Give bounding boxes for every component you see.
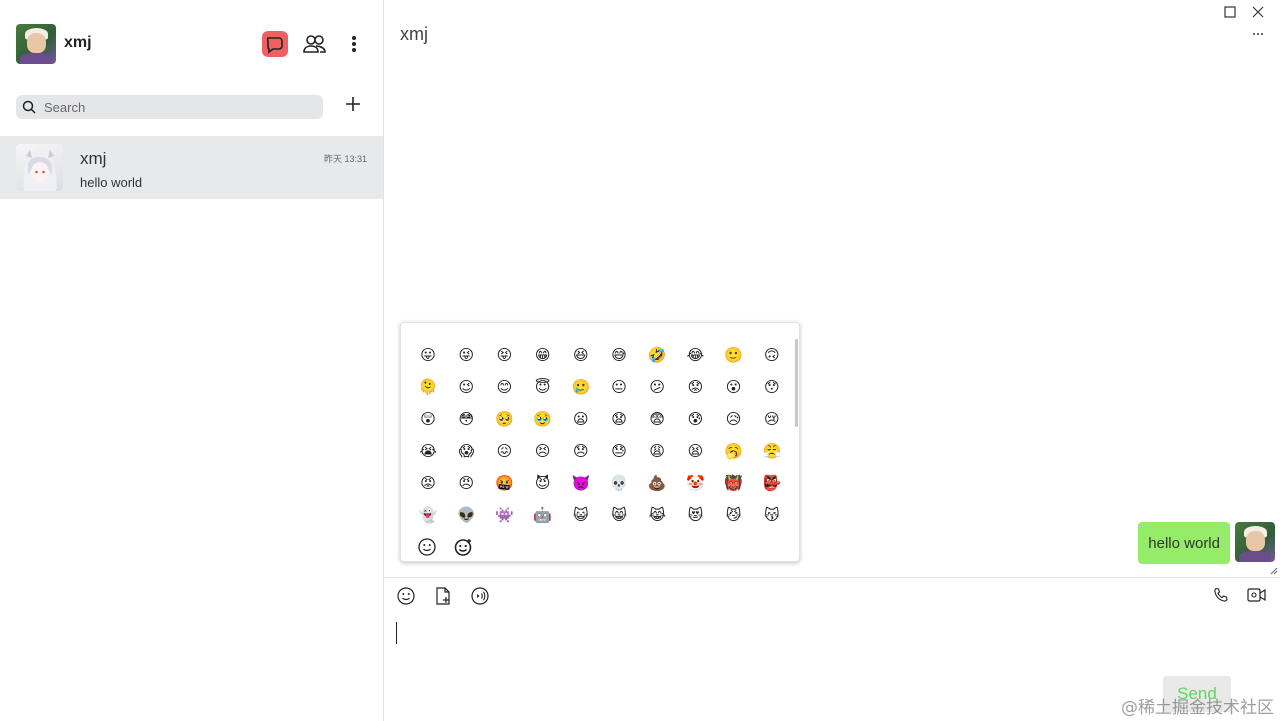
emoji-item[interactable]: 🥺 [485, 403, 523, 435]
emoji-item[interactable]: 🤡 [676, 467, 714, 499]
emoji-item[interactable]: 😽 [753, 499, 791, 531]
emoji-item[interactable]: 😭 [409, 435, 447, 467]
contact-avatar [16, 144, 63, 191]
emoji-item[interactable]: 😁 [524, 339, 562, 371]
emoji-item[interactable]: 👾 [485, 499, 523, 531]
maximize-icon[interactable] [1221, 4, 1239, 20]
emoji-item[interactable]: 🙂 [715, 339, 753, 371]
chat-panel: xmj hello world 😛 😜 😝 😁 😆 😅 🤣 😂 🙂 🙃 🫠 😉 😊 😇 🥲 😐 😕 😟 😮 😯 😲 😳 🥺 🥹… [384, 0, 1280, 721]
emoji-item[interactable]: 👺 [753, 467, 791, 499]
input-divider [384, 577, 1280, 578]
emoji-item[interactable]: 🤬 [485, 467, 523, 499]
emoji-item[interactable]: 😇 [524, 371, 562, 403]
emoji-item[interactable]: 😟 [676, 371, 714, 403]
watermark: @稀土掘金技术社区 [1121, 698, 1274, 718]
emoji-tab-sticker-icon[interactable] [453, 537, 473, 557]
emoji-item[interactable]: 😠 [447, 467, 485, 499]
emoji-item[interactable]: 🥱 [715, 435, 753, 467]
emoji-item[interactable]: 😩 [638, 435, 676, 467]
search-icon [22, 100, 36, 114]
user-avatar[interactable] [16, 24, 56, 64]
sidebar: xmj xmj hello world 昨天 13:31 [0, 0, 384, 721]
emoji-item[interactable]: 😞 [562, 435, 600, 467]
more-vertical-icon[interactable] [344, 32, 364, 56]
voice-icon[interactable] [470, 586, 490, 606]
emoji-item[interactable]: 😳 [447, 403, 485, 435]
emoji-item[interactable]: 😼 [715, 499, 753, 531]
emoji-item[interactable]: 😲 [409, 403, 447, 435]
resize-handle-icon[interactable] [1270, 567, 1278, 575]
emoji-item[interactable]: 👹 [715, 467, 753, 499]
emoji-item[interactable]: 😖 [485, 435, 523, 467]
emoji-item[interactable]: 😅 [600, 339, 638, 371]
conversation-last-message: hello world [80, 175, 143, 190]
search-box [16, 95, 323, 119]
message-input[interactable] [396, 618, 1266, 668]
user-name: xmj [64, 34, 92, 51]
emoji-item[interactable]: 💩 [638, 467, 676, 499]
conversation-item[interactable]: xmj hello world 昨天 13:31 [0, 136, 383, 199]
emoji-scrollbar[interactable] [795, 339, 798, 427]
message-bubble[interactable]: hello world [1138, 522, 1230, 564]
file-add-icon[interactable] [434, 586, 452, 606]
emoji-item[interactable]: 😦 [562, 403, 600, 435]
emoji-item[interactable]: 🙃 [753, 339, 791, 371]
close-icon[interactable] [1249, 4, 1267, 20]
emoji-item[interactable]: 🥹 [524, 403, 562, 435]
emoji-item[interactable]: 😉 [447, 371, 485, 403]
emoji-item[interactable]: 😧 [600, 403, 638, 435]
conversation-time: 昨天 13:31 [323, 154, 367, 164]
more-horizontal-icon[interactable] [1249, 26, 1267, 42]
emoji-item[interactable]: 😸 [600, 499, 638, 531]
emoji-item[interactable]: 😂 [676, 339, 714, 371]
emoji-item[interactable]: 😡 [409, 467, 447, 499]
emoji-item[interactable]: 😛 [409, 339, 447, 371]
chat-bubble-icon[interactable] [262, 31, 288, 57]
emoji-item[interactable]: 😊 [485, 371, 523, 403]
emoji-item[interactable]: 👿 [562, 467, 600, 499]
text-caret [396, 622, 397, 644]
emoji-item[interactable]: 🤖 [524, 499, 562, 531]
my-avatar[interactable] [1235, 522, 1275, 562]
emoji-item[interactable]: 😹 [638, 499, 676, 531]
emoji-picker: 😛 😜 😝 😁 😆 😅 🤣 😂 🙂 🙃 🫠 😉 😊 😇 🥲 😐 😕 😟 😮 😯 😲 😳 🥺 🥹 😦 😧 😨 😰 😥 😢 😭 😱 😖 😣 😞 😓 😩 😫 🥱 😤… [400, 322, 800, 562]
emoji-item[interactable]: 😮 [715, 371, 753, 403]
emoji-item[interactable]: 😓 [600, 435, 638, 467]
emoji-item[interactable]: 😰 [676, 403, 714, 435]
add-icon[interactable] [343, 94, 363, 114]
emoji-item[interactable]: 😯 [753, 371, 791, 403]
emoji-grid: 😛 😜 😝 😁 😆 😅 🤣 😂 🙂 🙃 🫠 😉 😊 😇 🥲 😐 😕 😟 😮 😯 😲 😳 🥺 🥹 😦 😧 😨 😰 😥 😢 😭 😱 😖 😣 😞 😓 😩 😫 🥱 😤… [409, 339, 791, 531]
emoji-item[interactable]: 😜 [447, 339, 485, 371]
emoji-item[interactable]: 🤣 [638, 339, 676, 371]
emoji-item[interactable]: 👻 [409, 499, 447, 531]
search-input[interactable] [42, 98, 306, 116]
emoji-item[interactable]: 😨 [638, 403, 676, 435]
emoji-item[interactable]: 😫 [676, 435, 714, 467]
conversation-name: xmj [80, 149, 107, 168]
emoji-item[interactable]: 😤 [753, 435, 791, 467]
emoji-item[interactable]: 😢 [753, 403, 791, 435]
emoji-item[interactable]: 😕 [638, 371, 676, 403]
emoji-tab-smile-icon[interactable] [417, 537, 437, 557]
emoji-item[interactable]: 😥 [715, 403, 753, 435]
contacts-icon[interactable] [301, 31, 329, 57]
emoji-item[interactable]: 💀 [600, 467, 638, 499]
emoji-item[interactable]: 😆 [562, 339, 600, 371]
emoji-item[interactable]: 🥲 [562, 371, 600, 403]
emoji-item[interactable]: 👽 [447, 499, 485, 531]
emoji-item[interactable]: 😱 [447, 435, 485, 467]
emoji-item[interactable]: 🫠 [409, 371, 447, 403]
emoji-item[interactable]: 😐 [600, 371, 638, 403]
emoji-item[interactable]: 😝 [485, 339, 523, 371]
phone-icon[interactable] [1212, 586, 1230, 604]
video-call-icon[interactable] [1247, 586, 1267, 604]
emoji-item[interactable]: 😈 [524, 467, 562, 499]
chat-title: xmj [400, 24, 428, 44]
emoji-item[interactable]: 😣 [524, 435, 562, 467]
emoji-item[interactable]: 😻 [676, 499, 714, 531]
emoji-icon[interactable] [397, 586, 415, 606]
emoji-item[interactable]: 😺 [562, 499, 600, 531]
